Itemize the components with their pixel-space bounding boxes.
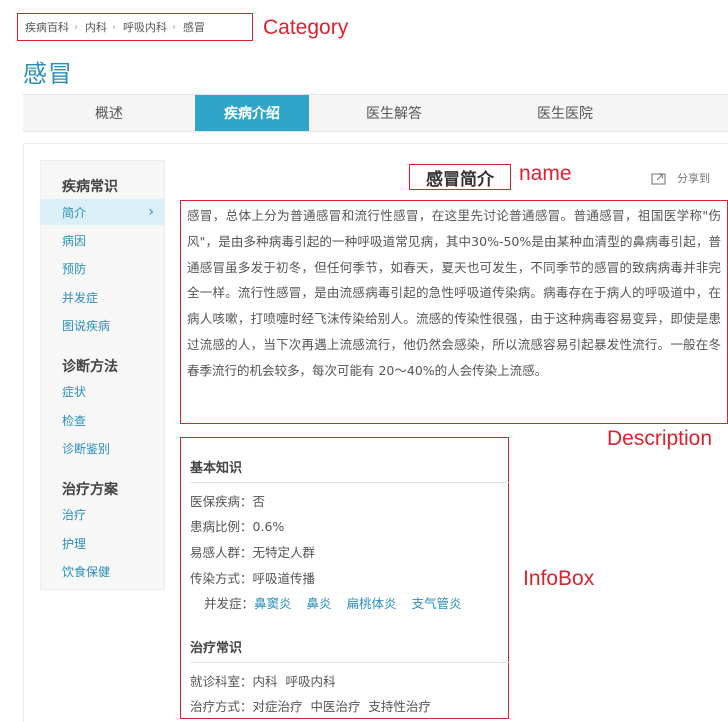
sidebar-item-treatment[interactable]: 治疗 — [41, 501, 164, 527]
info-value: 内科 呼吸内科 — [252, 674, 336, 689]
breadcrumb-item[interactable]: 疾病百科 — [25, 19, 69, 35]
breadcrumb-separator-icon: › — [74, 21, 78, 33]
sidebar-item-complications[interactable]: 并发症 — [41, 284, 164, 310]
sidebar-heading: 诊断方法 — [62, 359, 118, 375]
complication-link[interactable]: 鼻炎 — [307, 596, 332, 611]
sidebar-item-intro[interactable]: 简介 › — [41, 199, 164, 225]
info-row-insurance: 医保疾病：否 — [190, 491, 265, 510]
info-value: 否 — [252, 494, 266, 509]
article-title: 感冒简介 — [409, 164, 511, 190]
info-value: 0.6% — [252, 519, 285, 534]
breadcrumb-item[interactable]: 内科 — [85, 19, 107, 35]
sidebar-item-illustrated[interactable]: 图说疾病 — [41, 312, 164, 338]
info-row-treatment-method: 治疗方式：对症治疗 中医治疗 支持性治疗 — [190, 696, 431, 715]
share-icon — [651, 173, 666, 185]
info-label: 易感人群： — [190, 545, 253, 560]
description-text: 感冒，总体上分为普通感冒和流行性感冒，在这里先讨论普通感冒。普通感冒，祖国医学称… — [187, 208, 721, 378]
sidebar: 疾病常识 简介 › 病因 预防 并发症 图说疾病 诊断方法 症状 检查 诊断鉴别… — [40, 160, 165, 590]
info-value: 无特定人群 — [252, 545, 316, 560]
treatment-knowledge-heading: 治疗常识 — [190, 641, 243, 656]
sidebar-item-symptoms[interactable]: 症状 — [41, 378, 164, 404]
description-annotation: Description — [607, 427, 713, 450]
info-label: 治疗方式： — [190, 699, 253, 714]
info-label: 就诊科室： — [190, 674, 253, 689]
info-row-susceptible: 易感人群：无特定人群 — [190, 542, 315, 561]
tab-disease-intro[interactable]: 疾病介绍 — [195, 95, 309, 131]
divider — [190, 662, 510, 663]
sidebar-item-care[interactable]: 护理 — [41, 530, 164, 556]
sidebar-item-differential[interactable]: 诊断鉴别 — [41, 435, 164, 461]
breadcrumb: 疾病百科 › 内科 › 呼吸内科 › 感冒 — [17, 13, 253, 41]
divider — [190, 482, 510, 483]
complication-link[interactable]: 支气管炎 — [412, 596, 462, 611]
page-title: 感冒 — [23, 60, 73, 88]
tab-bar: 概述 疾病介绍 医生解答 医生医院 — [23, 94, 728, 132]
sidebar-item-prevention[interactable]: 预防 — [41, 255, 164, 281]
info-label: 并发症： — [204, 596, 255, 611]
tab-overview[interactable]: 概述 — [23, 95, 195, 131]
info-row-department: 就诊科室：内科 呼吸内科 — [190, 671, 335, 690]
name-annotation: name — [519, 162, 572, 185]
sidebar-heading: 治疗方案 — [62, 482, 118, 498]
info-label: 患病比例： — [190, 519, 253, 534]
info-value: 对症治疗 中医治疗 支持性治疗 — [252, 699, 431, 714]
breadcrumb-separator-icon: › — [112, 21, 116, 33]
sidebar-item-label: 简介 — [62, 205, 87, 220]
complication-link[interactable]: 鼻窦炎 — [254, 596, 292, 611]
complication-link[interactable]: 扁桃体炎 — [347, 596, 397, 611]
sidebar-item-tests[interactable]: 检查 — [41, 407, 164, 433]
info-row-transmission: 传染方式：呼吸道传播 — [190, 568, 315, 587]
infobox: 基本知识 医保疾病：否 患病比例：0.6% 易感人群：无特定人群 传染方式：呼吸… — [180, 437, 510, 719]
tab-doctor-hospitals[interactable]: 医生医院 — [479, 95, 651, 131]
infobox-annotation: InfoBox — [523, 567, 595, 590]
share-button[interactable]: 分享到 — [651, 170, 710, 186]
sidebar-item-diet[interactable]: 饮食保健 — [41, 558, 164, 584]
info-row-prevalence: 患病比例：0.6% — [190, 516, 284, 535]
category-annotation: Category — [263, 16, 349, 39]
breadcrumb-item[interactable]: 呼吸内科 — [123, 19, 167, 35]
sidebar-heading: 疾病常识 — [62, 179, 118, 195]
share-label: 分享到 — [677, 172, 710, 185]
sidebar-item-cause[interactable]: 病因 — [41, 227, 164, 253]
chevron-right-icon: › — [148, 204, 154, 220]
tab-doctor-answers[interactable]: 医生解答 — [309, 95, 479, 131]
info-label: 医保疾病： — [190, 494, 253, 509]
info-row-complications: 并发症：鼻窦炎 鼻炎 扁桃体炎 支气管炎 — [204, 593, 477, 612]
info-value: 呼吸道传播 — [252, 571, 316, 586]
breadcrumb-separator-icon: › — [172, 21, 176, 33]
info-label: 传染方式： — [190, 571, 253, 586]
description-box: 感冒，总体上分为普通感冒和流行性感冒，在这里先讨论普通感冒。普通感冒，祖国医学称… — [180, 200, 728, 424]
breadcrumb-item-current: 感冒 — [183, 21, 205, 34]
basic-knowledge-heading: 基本知识 — [190, 461, 243, 476]
